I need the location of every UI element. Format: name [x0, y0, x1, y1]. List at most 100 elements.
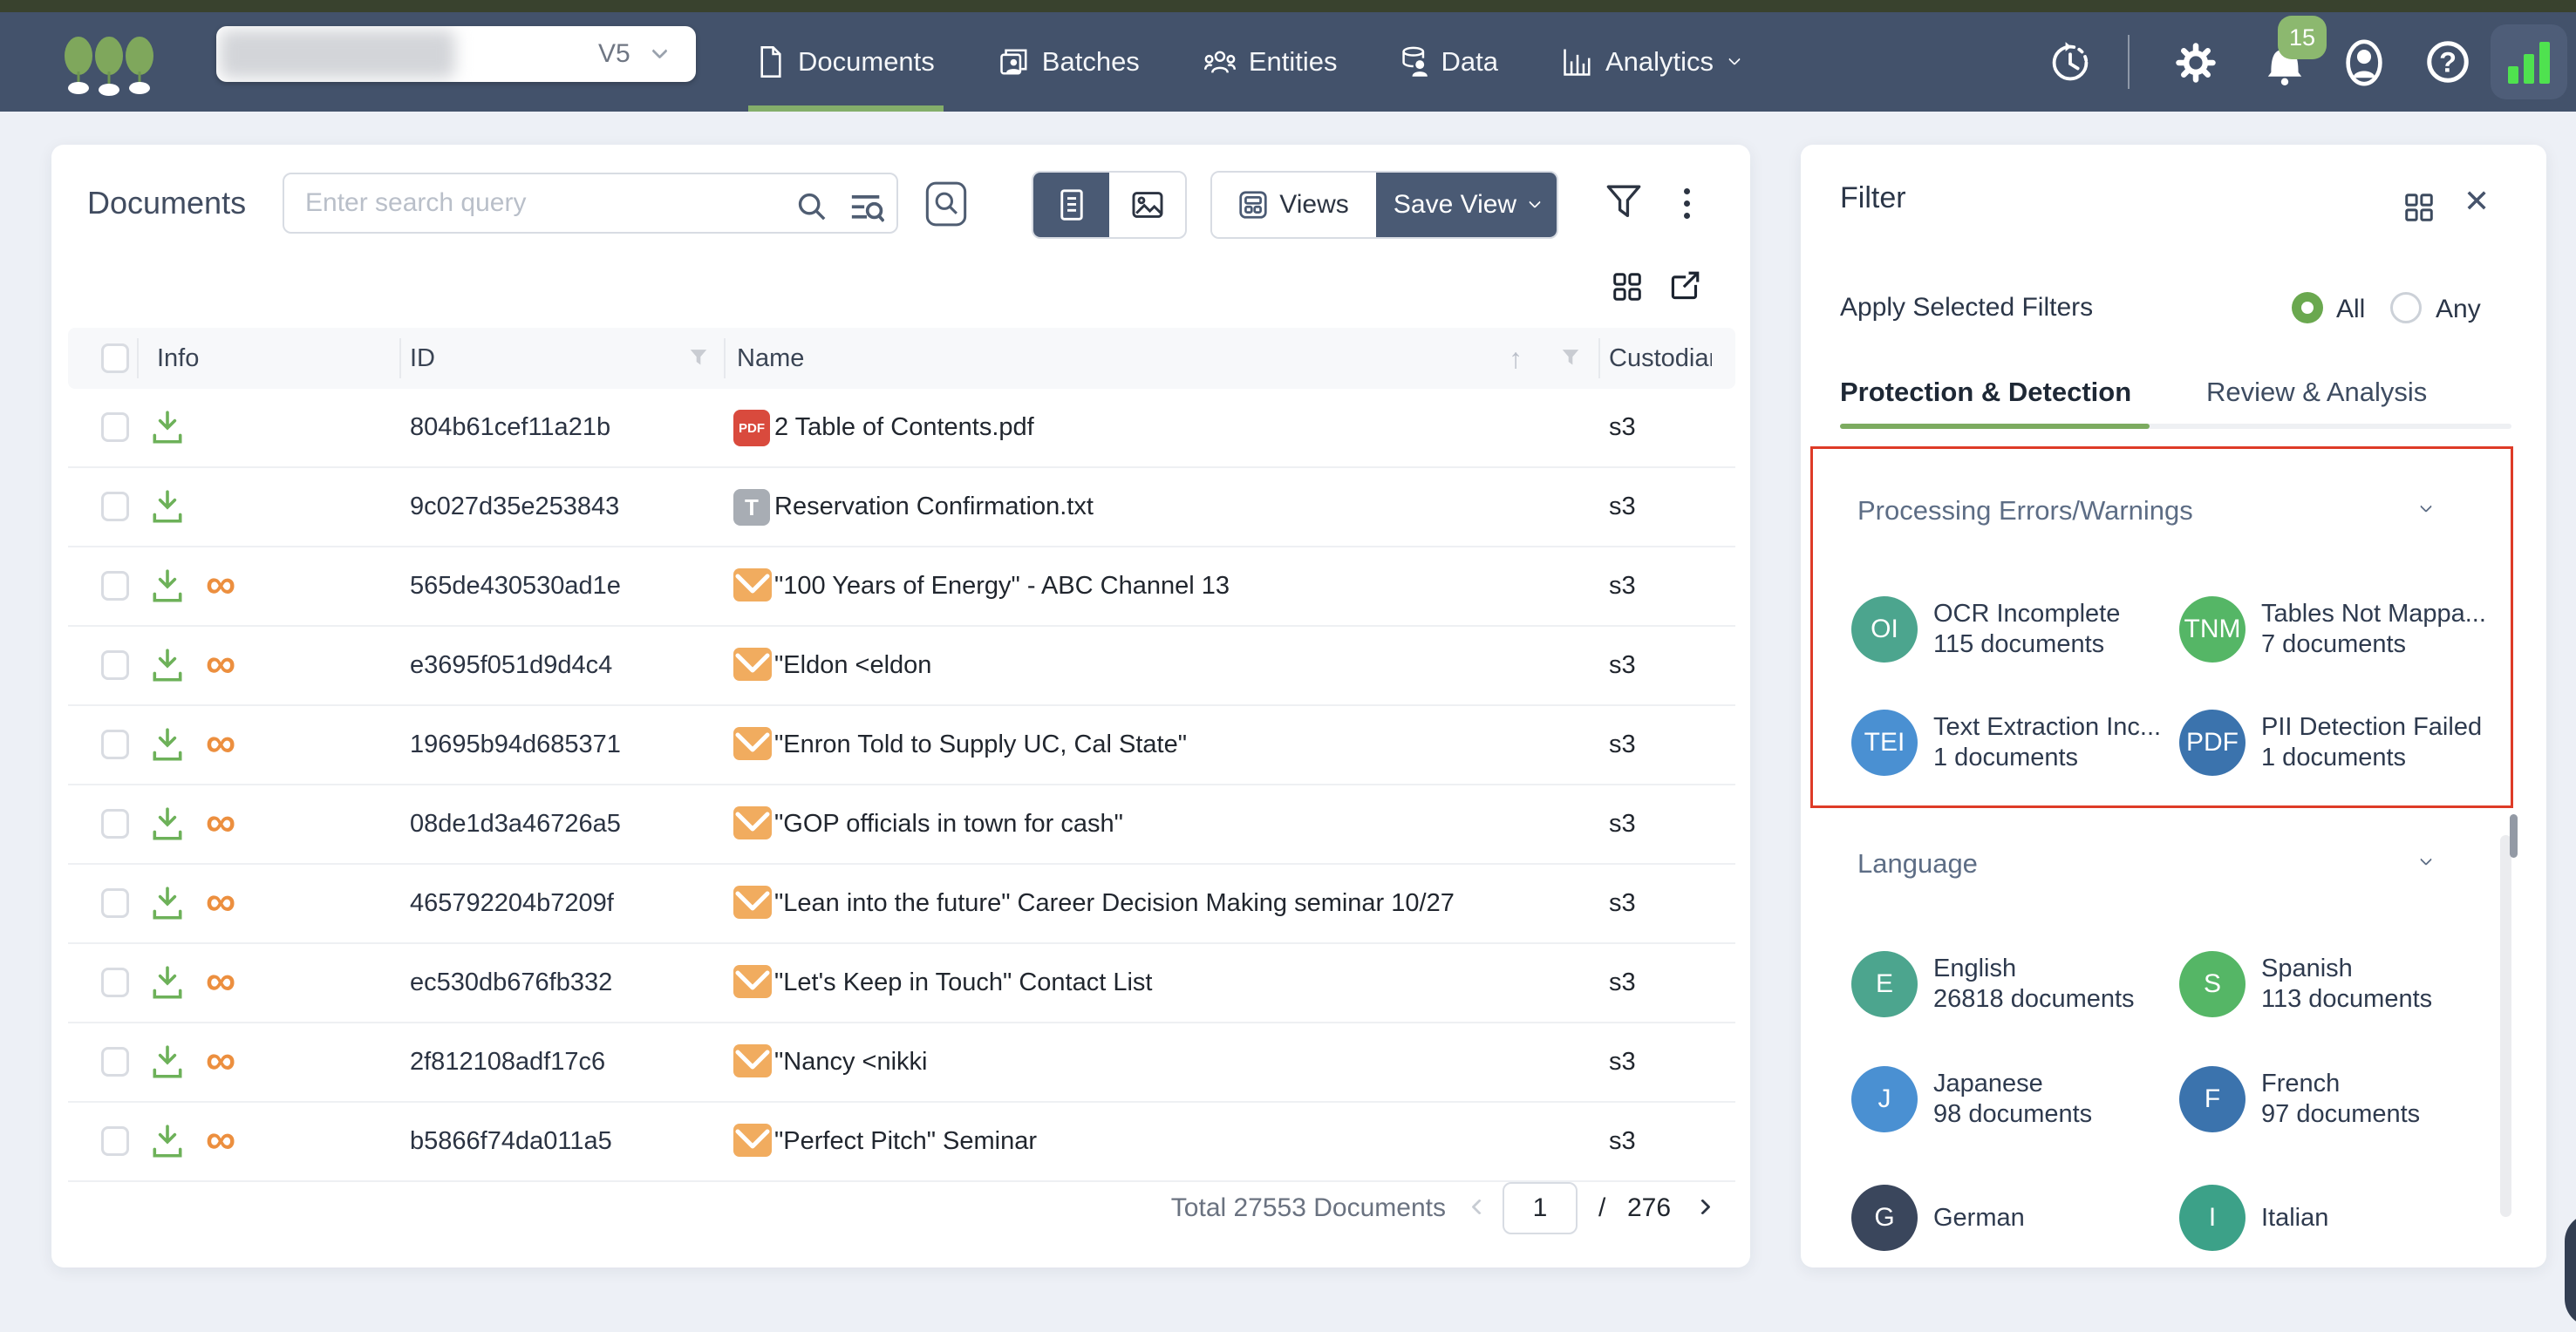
- history-icon[interactable]: [2048, 40, 2093, 85]
- filter-scrollbar-thumb[interactable]: [2510, 814, 2518, 858]
- doc-name[interactable]: "Perfect Pitch" Seminar: [774, 1103, 1037, 1180]
- filter-item-spanish[interactable]: S Spanish113 documents: [2179, 944, 2500, 1024]
- search-icon[interactable]: [797, 192, 827, 221]
- nav-data[interactable]: Data: [1393, 12, 1506, 112]
- doc-name[interactable]: "100 Years of Energy" - ABC Channel 13: [774, 547, 1230, 625]
- filter-item-english[interactable]: E English26818 documents: [1851, 944, 2172, 1024]
- download-icon[interactable]: [151, 489, 184, 526]
- doc-name[interactable]: "Enron Told to Supply UC, Cal State": [774, 706, 1187, 784]
- next-page-icon[interactable]: [1694, 1199, 1710, 1214]
- column-filter-icon[interactable]: [1561, 349, 1580, 368]
- family-link-icon[interactable]: ∞: [206, 1103, 235, 1178]
- table-row[interactable]: ∞ 465792204b7209f "Lean into the future"…: [68, 865, 1735, 944]
- project-selector[interactable]: V5: [216, 26, 696, 82]
- column-header-info[interactable]: Info: [157, 328, 199, 389]
- filter-item-italian[interactable]: I Italian: [2179, 1178, 2500, 1258]
- usage-analytics-button[interactable]: [2491, 24, 2567, 99]
- download-icon[interactable]: [151, 886, 184, 922]
- section-language[interactable]: Language: [1857, 848, 1978, 880]
- download-icon[interactable]: [151, 1124, 184, 1160]
- family-link-icon[interactable]: ∞: [206, 1023, 235, 1098]
- row-checkbox[interactable]: [101, 730, 129, 759]
- tab-protection-detection[interactable]: Protection & Detection: [1840, 377, 2131, 408]
- doc-name[interactable]: Reservation Confirmation.txt: [774, 468, 1094, 546]
- row-checkbox[interactable]: [101, 412, 129, 442]
- nav-entities[interactable]: Entities: [1196, 12, 1346, 112]
- filter-grid-icon[interactable]: [2405, 194, 2433, 221]
- column-settings-icon[interactable]: [1613, 273, 1641, 301]
- views-button[interactable]: Views: [1212, 173, 1376, 237]
- close-icon[interactable]: ✕: [2464, 183, 2490, 220]
- column-header-custodian[interactable]: Custodian: [1609, 328, 1712, 389]
- radio-all-label[interactable]: All: [2336, 295, 2365, 324]
- advanced-search-icon[interactable]: [849, 192, 884, 223]
- filter-item-tables-not-mappable[interactable]: TNM Tables Not Mappa...7 documents: [2179, 589, 2500, 669]
- download-icon[interactable]: [151, 1044, 184, 1081]
- row-checkbox[interactable]: [101, 650, 129, 680]
- table-row[interactable]: ∞ ec530db676fb332 "Let's Keep in Touch" …: [68, 944, 1735, 1023]
- filter-item-french[interactable]: F French97 documents: [2179, 1059, 2500, 1139]
- table-row[interactable]: 9c027d35e253843 T Reservation Confirmati…: [68, 468, 1735, 547]
- radio-all[interactable]: [2292, 292, 2323, 323]
- table-row[interactable]: ∞ 19695b94d685371 "Enron Told to Supply …: [68, 706, 1735, 785]
- column-filter-icon[interactable]: [689, 349, 708, 368]
- filter-scrollbar-track[interactable]: [2500, 835, 2511, 1217]
- image-view-button[interactable]: [1109, 173, 1185, 237]
- download-icon[interactable]: [151, 965, 184, 1002]
- table-row[interactable]: ∞ 2f812108adf17c6 "Nancy <nikki s3: [68, 1023, 1735, 1103]
- select-all-checkbox[interactable]: [101, 343, 129, 373]
- doc-name[interactable]: 2 Table of Contents.pdf: [774, 389, 1034, 466]
- search-in-document-icon[interactable]: [925, 181, 967, 227]
- list-view-button[interactable]: [1033, 173, 1109, 237]
- doc-name[interactable]: "Eldon <eldon: [774, 627, 931, 704]
- settings-gear-icon[interactable]: [2173, 40, 2218, 85]
- table-row[interactable]: 804b61cef11a21b PDF 2 Table of Contents.…: [68, 389, 1735, 468]
- download-icon[interactable]: [151, 410, 184, 446]
- row-checkbox[interactable]: [101, 492, 129, 521]
- download-icon[interactable]: [151, 727, 184, 764]
- doc-name[interactable]: "GOP officials in town for cash": [774, 785, 1123, 863]
- download-icon[interactable]: [151, 806, 184, 843]
- sort-ascending-icon[interactable]: ↑: [1509, 328, 1523, 389]
- chat-widget-button[interactable]: [2565, 1213, 2576, 1327]
- filter-funnel-icon[interactable]: [1606, 185, 1641, 221]
- family-link-icon[interactable]: ∞: [206, 944, 235, 1019]
- more-options-icon[interactable]: [1684, 188, 1691, 225]
- table-row[interactable]: ∞ e3695f051d9d4c4 "Eldon <eldon s3: [68, 627, 1735, 706]
- row-checkbox[interactable]: [101, 1047, 129, 1077]
- help-icon[interactable]: ?: [2426, 40, 2470, 84]
- column-header-name[interactable]: Name: [737, 328, 804, 389]
- column-header-id[interactable]: ID: [410, 328, 435, 389]
- family-link-icon[interactable]: ∞: [206, 627, 235, 702]
- family-link-icon[interactable]: ∞: [206, 785, 235, 860]
- filter-item-text-extraction[interactable]: TEI Text Extraction Inc...1 documents: [1851, 703, 2172, 783]
- radio-any-label[interactable]: Any: [2436, 295, 2481, 324]
- save-view-button[interactable]: Save View: [1376, 173, 1557, 237]
- page-number-input[interactable]: 1: [1503, 1182, 1578, 1234]
- export-icon[interactable]: [1670, 271, 1700, 301]
- filter-item-japanese[interactable]: J Japanese98 documents: [1851, 1059, 2172, 1139]
- filter-item-ocr-incomplete[interactable]: OI OCR Incomplete115 documents: [1851, 589, 2172, 669]
- row-checkbox[interactable]: [101, 571, 129, 601]
- table-row[interactable]: ∞ 565de430530ad1e "100 Years of Energy" …: [68, 547, 1735, 627]
- family-link-icon[interactable]: ∞: [206, 706, 235, 781]
- nav-batches[interactable]: Batches: [991, 12, 1148, 112]
- download-icon[interactable]: [151, 568, 184, 605]
- row-checkbox[interactable]: [101, 1126, 129, 1156]
- row-checkbox[interactable]: [101, 888, 129, 918]
- doc-name[interactable]: "Lean into the future" Career Decision M…: [774, 865, 1455, 942]
- download-icon[interactable]: [151, 648, 184, 684]
- table-row[interactable]: ∞ 08de1d3a46726a5 "GOP officials in town…: [68, 785, 1735, 865]
- nav-documents[interactable]: Documents: [748, 12, 944, 112]
- family-link-icon[interactable]: ∞: [206, 547, 235, 622]
- tab-review-analysis[interactable]: Review & Analysis: [2206, 377, 2427, 408]
- section-processing-errors[interactable]: Processing Errors/Warnings: [1857, 495, 2193, 527]
- row-checkbox[interactable]: [101, 968, 129, 997]
- user-profile-icon[interactable]: [2344, 38, 2384, 87]
- radio-any[interactable]: [2390, 292, 2422, 323]
- family-link-icon[interactable]: ∞: [206, 865, 235, 940]
- row-checkbox[interactable]: [101, 809, 129, 839]
- chevron-down-icon[interactable]: [2420, 853, 2432, 866]
- doc-name[interactable]: "Nancy <nikki: [774, 1023, 928, 1101]
- table-row[interactable]: ∞ b5866f74da011a5 "Perfect Pitch" Semina…: [68, 1103, 1735, 1182]
